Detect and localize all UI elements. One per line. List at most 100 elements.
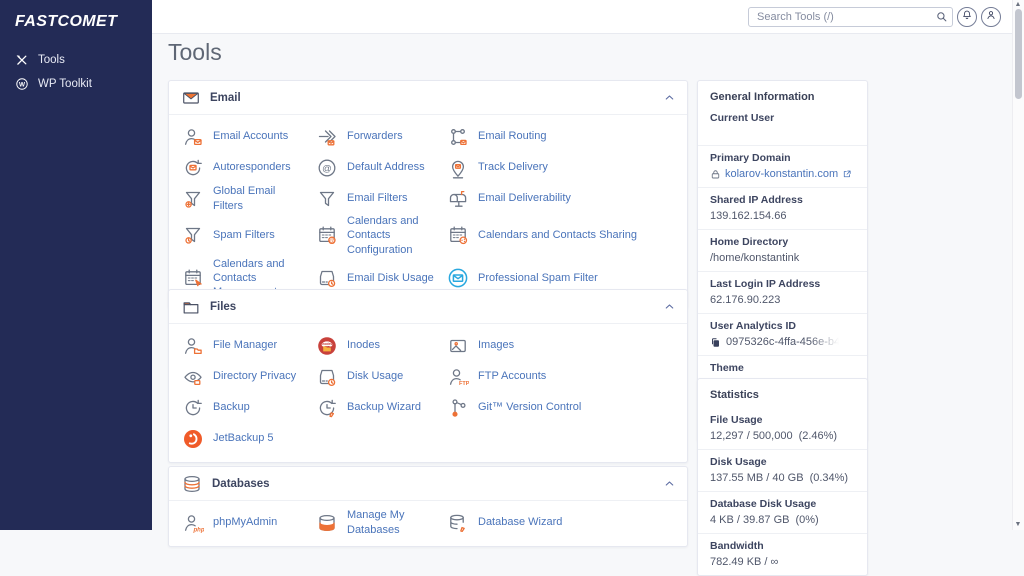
tool-link-inodes[interactable]: Inodes Inodes <box>315 330 446 361</box>
tool-link-forwarders[interactable]: Forwarders <box>315 121 446 152</box>
chevron-up-icon[interactable] <box>664 478 675 489</box>
scrollbar-thumb[interactable] <box>1015 9 1022 99</box>
svg-text:php: php <box>193 527 205 533</box>
tool-link-images[interactable]: Images <box>446 330 677 361</box>
stat-percent: (2.46%) <box>799 430 838 442</box>
section-grid: php phpMyAdmin Manage My Databases Database… <box>169 501 687 546</box>
chevron-up-icon[interactable] <box>664 301 675 312</box>
last-login-label: Last Login IP Address <box>710 278 855 290</box>
section-title: Databases <box>212 478 270 490</box>
stat-label: Database Disk Usage <box>710 498 855 510</box>
stat-row-disk-usage: Disk Usage137.55 MB / 40 GB(0.34%) <box>698 449 867 491</box>
tool-link-email-accounts[interactable]: Email Accounts <box>181 121 315 152</box>
page-scrollbar[interactable]: ▲ ▼ <box>1012 0 1024 530</box>
files-section-icon <box>181 297 201 317</box>
at-icon: @ <box>315 156 339 180</box>
tool-link-ftp-accounts[interactable]: FTPFTP Accounts <box>446 361 677 392</box>
tool-link-label: Forwarders <box>347 129 403 143</box>
funnel-clock-icon <box>181 223 205 247</box>
search-wrap <box>748 7 953 27</box>
tool-link-label: Calendars and Contacts Configuration <box>347 214 436 257</box>
tool-link-label: JetBackup 5 <box>213 431 274 445</box>
db-filled-icon <box>315 511 339 535</box>
jetbackup-icon <box>181 427 205 451</box>
section-header-databases: Databases <box>169 467 687 501</box>
backup-icon <box>181 396 205 420</box>
tool-link-calendars-and-contacts-sharing[interactable]: Calendars and Contacts Sharing <box>446 214 677 257</box>
tool-link-disk-usage[interactable]: Disk Usage <box>315 361 446 392</box>
section-header-email: Email <box>169 81 687 115</box>
wordpress-icon: W <box>15 77 29 91</box>
tool-link-email-filters[interactable]: Email Filters <box>315 183 446 214</box>
primary-domain-row: Primary Domain kolarov-konstantin.com <box>698 145 867 187</box>
loop-mail-icon <box>181 156 205 180</box>
shared-ip-label: Shared IP Address <box>710 194 855 206</box>
tool-link-track-delivery[interactable]: Track Delivery <box>446 152 677 183</box>
tool-link-manage-my-databases[interactable]: Manage My Databases <box>315 507 446 538</box>
tool-link-label: Autoresponders <box>213 160 291 174</box>
chevron-up-icon[interactable] <box>664 92 675 103</box>
sidebar: FASTCOMET ToolsWWP Toolkit <box>0 0 152 530</box>
scroll-up-arrow-icon[interactable]: ▲ <box>1013 1 1023 9</box>
scroll-down-arrow-icon[interactable]: ▼ <box>1013 521 1023 529</box>
primary-domain-label: Primary Domain <box>710 152 855 164</box>
tool-link-file-manager[interactable]: File Manager <box>181 330 315 361</box>
tool-link-global-email-filters[interactable]: Global Email Filters <box>181 183 315 214</box>
tool-link-label: Email Routing <box>478 129 546 143</box>
tool-link-jetbackup-5[interactable]: JetBackup 5 <box>181 423 315 454</box>
statistics-title: Statistics <box>698 379 867 408</box>
stat-value: 4 KB / 39.87 GB(0%) <box>710 514 855 526</box>
tool-link-label: Manage My Databases <box>347 508 436 537</box>
tool-link-backup-wizard[interactable]: Backup Wizard <box>315 392 446 423</box>
sidebar-item-tools[interactable]: Tools <box>0 48 152 72</box>
home-directory-value: /home/konstantink <box>710 252 855 264</box>
tool-link-directory-privacy[interactable]: Directory Privacy <box>181 361 315 392</box>
last-login-value: 62.176.90.223 <box>710 294 855 306</box>
user-folder-icon <box>181 334 205 358</box>
tool-link-label: Inodes <box>347 338 380 352</box>
tool-link-backup[interactable]: Backup <box>181 392 315 423</box>
external-link-icon[interactable] <box>842 169 852 179</box>
analytics-id-label: User Analytics ID <box>710 320 855 332</box>
tool-link-email-routing[interactable]: Email Routing <box>446 121 677 152</box>
stat-value: 782.49 KB / ∞ <box>710 556 855 568</box>
tool-link-label: Directory Privacy <box>213 369 296 383</box>
inodes-icon: Inodes <box>315 334 339 358</box>
statistics-panel: Statistics File Usage12,297 / 500,000(2.… <box>697 378 868 576</box>
svg-text:@: @ <box>329 239 335 245</box>
tool-link-default-address[interactable]: @Default Address <box>315 152 446 183</box>
backup-wand-icon <box>315 396 339 420</box>
tool-link-label: FTP Accounts <box>478 369 546 383</box>
tool-link-label: phpMyAdmin <box>213 515 277 529</box>
section-grid: Email Accounts Forwarders Email Routing Aut… <box>169 115 687 308</box>
tool-link-spam-filters[interactable]: Spam Filters <box>181 214 315 257</box>
section-title: Files <box>210 301 236 313</box>
tool-link-label: Disk Usage <box>347 369 403 383</box>
stat-percent: (0.34%) <box>810 472 849 484</box>
lock-icon <box>710 169 721 180</box>
disk-icon <box>315 365 339 389</box>
pin-icon <box>446 156 470 180</box>
tool-link-email-deliverability[interactable]: Email Deliverability <box>446 183 677 214</box>
sidebar-item-wp-toolkit[interactable]: WWP Toolkit <box>0 72 152 96</box>
funnel-plus-icon <box>181 187 205 211</box>
shared-ip-value: 139.162.154.66 <box>710 210 855 222</box>
image-icon <box>446 334 470 358</box>
home-directory-label: Home Directory <box>710 236 855 248</box>
analytics-id-value: 0975326c-4ffa-456e-b46c-be3... <box>726 336 844 348</box>
account-button[interactable] <box>981 7 1001 27</box>
primary-domain-link[interactable]: kolarov-konstantin.com <box>725 168 838 180</box>
user-php-icon: php <box>181 511 205 535</box>
tool-link-label: Email Deliverability <box>478 191 571 205</box>
notifications-button[interactable] <box>957 7 977 27</box>
tool-link-autoresponders[interactable]: Autoresponders <box>181 152 315 183</box>
copy-icon[interactable] <box>710 337 721 348</box>
tool-link-git-version-control[interactable]: Git™ Version Control <box>446 392 677 423</box>
svg-text:Inodes: Inodes <box>322 341 332 345</box>
bell-icon <box>961 8 973 26</box>
tool-link-phpmyadmin[interactable]: php phpMyAdmin <box>181 507 315 538</box>
tool-link-database-wizard[interactable]: Database Wizard <box>446 507 677 538</box>
routing-icon <box>446 125 470 149</box>
search-input[interactable] <box>748 7 953 27</box>
tool-link-calendars-and-contacts-configuration[interactable]: @ Calendars and Contacts Configuration <box>315 214 446 257</box>
